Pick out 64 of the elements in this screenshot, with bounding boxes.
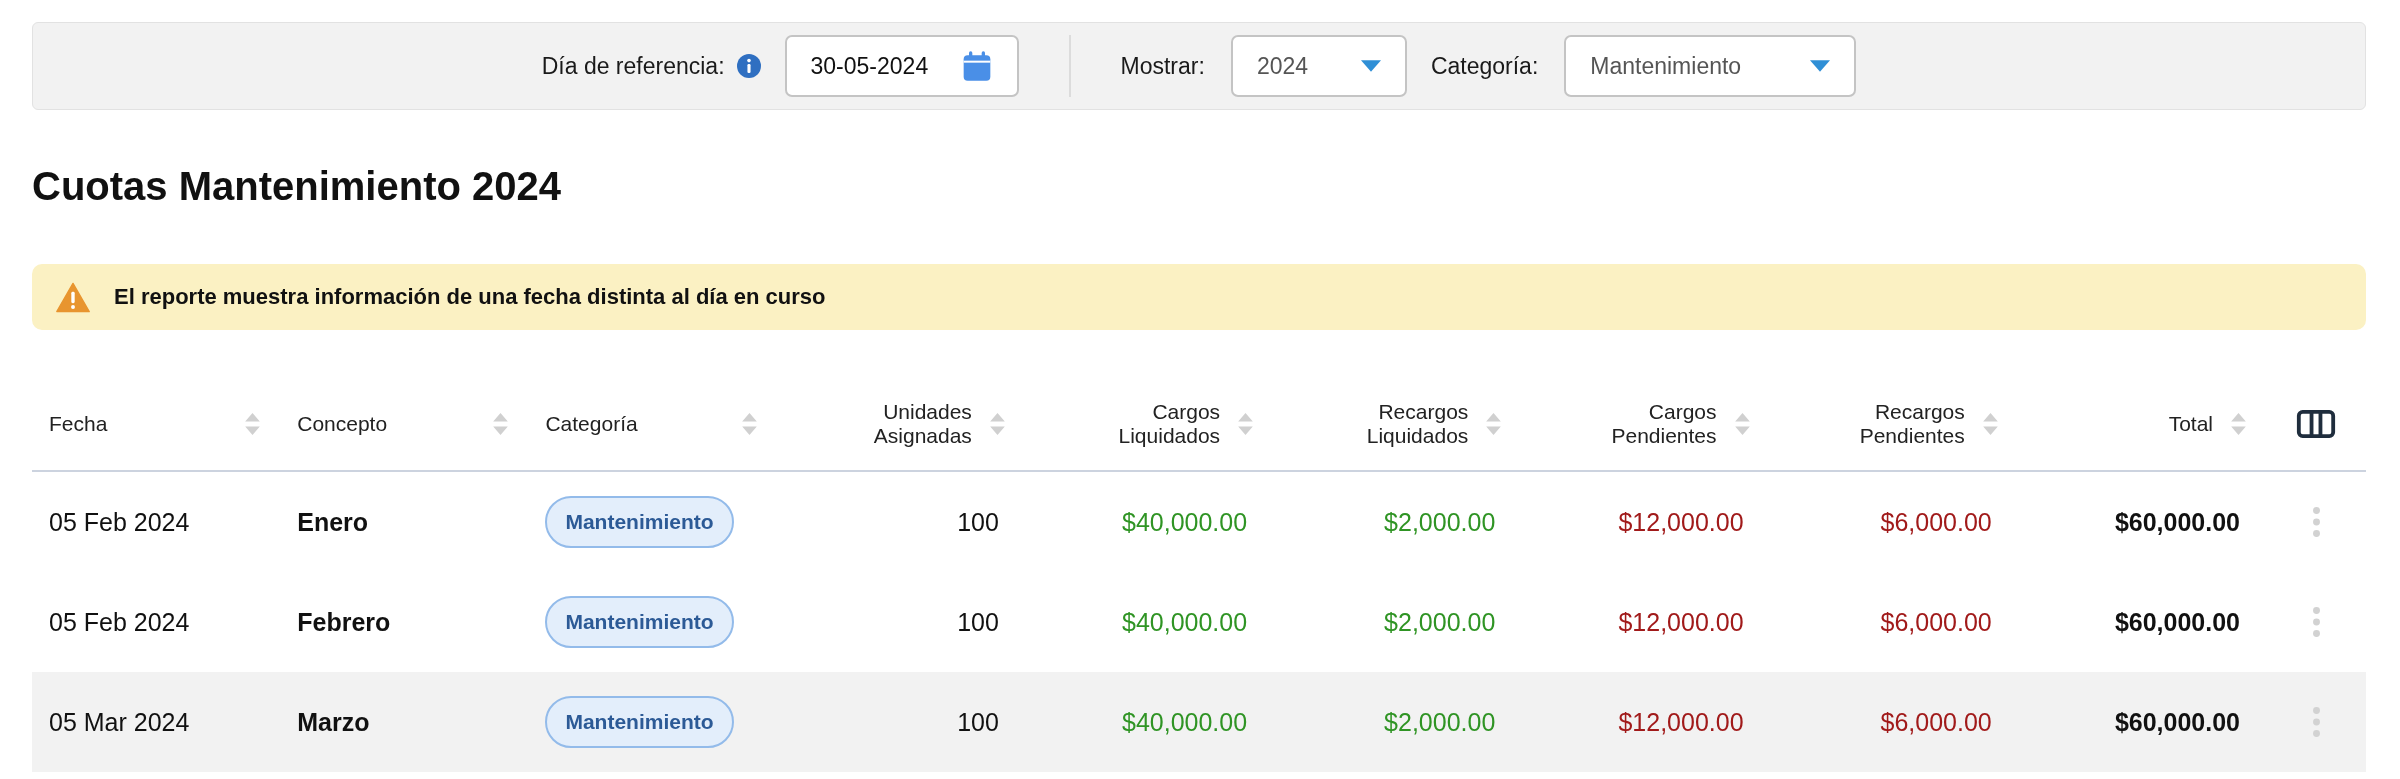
sort-icon[interactable]: [1486, 413, 1502, 435]
sort-icon[interactable]: [1982, 413, 1998, 435]
table-cell: Febrero: [297, 607, 391, 637]
table-row[interactable]: 05 Mar 2024 Marzo Mantenimiento 100 $40,000.00 $2,000.00 $12,000.00 $6,000.00 $60,000.00: [32, 672, 2366, 772]
sort-icon[interactable]: [493, 413, 509, 435]
more-options-icon[interactable]: [2312, 707, 2320, 737]
table-cell: Enero: [297, 507, 369, 537]
year-select[interactable]: 2024: [1230, 35, 1407, 97]
column-header[interactable]: Categoría: [545, 412, 638, 436]
category-label: Categoría:: [1430, 52, 1539, 80]
table-cell: 05 Mar 2024: [49, 707, 190, 737]
sort-icon[interactable]: [1238, 413, 1254, 435]
table-cell: 100: [957, 707, 999, 737]
column-header[interactable]: Unidades Asignadas: [831, 400, 972, 448]
sort-icon[interactable]: [1734, 413, 1750, 435]
table-row[interactable]: 05 Feb 2024 Enero Mantenimiento 100 $40,000.00 $2,000.00 $12,000.00 $6,000.00 $60,000.00: [32, 472, 2366, 572]
table-cell: $2,000.00: [1384, 607, 1496, 637]
table-cell: $40,000.00: [1122, 607, 1248, 637]
table-cell: $40,000.00: [1122, 507, 1248, 537]
category-tag: Mantenimiento: [545, 696, 734, 748]
table-cell: Marzo: [297, 707, 370, 737]
sort-icon[interactable]: [989, 413, 1005, 435]
reference-day-label: Día de referencia:: [541, 52, 725, 80]
table-cell: 100: [957, 507, 999, 537]
table-row[interactable]: 05 Feb 2024 Febrero Mantenimiento 100 $40,000.00 $2,000.00 $12,000.00 $6,000.00 $60,000.00: [32, 572, 2366, 672]
table-cell: 05 Feb 2024: [49, 607, 190, 637]
column-header[interactable]: Concepto: [297, 412, 388, 436]
table-cell: $60,000.00: [2114, 707, 2240, 737]
page-title: Cuotas Mantenimiento 2024: [32, 166, 562, 206]
table-cell: $2,000.00: [1384, 707, 1496, 737]
table-cell: $6,000.00: [1880, 507, 1992, 537]
table-cell: $2,000.00: [1384, 507, 1496, 537]
table-cell: 05 Feb 2024: [49, 507, 190, 537]
caret-icon: [1810, 60, 1831, 72]
column-header[interactable]: Recargos Pendientes: [1824, 400, 1965, 448]
column-header[interactable]: Total: [2168, 412, 2213, 436]
info-icon[interactable]: [736, 54, 761, 78]
table-cell: $6,000.00: [1880, 607, 1992, 637]
category-tag: Mantenimiento: [545, 496, 734, 548]
caret-icon: [1360, 60, 1381, 72]
column-header[interactable]: Fecha: [49, 412, 108, 436]
show-label: Mostrar:: [1120, 52, 1205, 80]
table-cell: $12,000.00: [1618, 607, 1744, 637]
table-cell: $60,000.00: [2114, 607, 2240, 637]
column-header[interactable]: Cargos Liquidados: [1080, 400, 1221, 448]
table-cell: $40,000.00: [1122, 707, 1248, 737]
table-cell: 100: [957, 607, 999, 637]
more-options-icon[interactable]: [2312, 507, 2320, 537]
alert-message: El reporte muestra información de una fecha distinta al día en curso: [114, 284, 826, 310]
category-tag: Mantenimiento: [545, 596, 734, 648]
column-header[interactable]: Cargos Pendientes: [1576, 400, 1717, 448]
table-cell: $12,000.00: [1618, 507, 1744, 537]
table-cell: $12,000.00: [1618, 707, 1744, 737]
date-field[interactable]: 30-05-2024: [784, 35, 1019, 97]
sort-icon[interactable]: [245, 413, 261, 435]
sort-icon[interactable]: [741, 413, 757, 435]
warning-icon: [56, 281, 90, 313]
category-select[interactable]: Mantenimiento: [1564, 35, 1857, 97]
more-options-icon[interactable]: [2312, 607, 2320, 637]
columns-icon[interactable]: [2296, 410, 2336, 438]
table-cell: $60,000.00: [2114, 507, 2240, 537]
table-cell: $6,000.00: [1880, 707, 1992, 737]
column-header[interactable]: Recargos Liquidados: [1328, 400, 1469, 448]
sort-icon[interactable]: [2231, 413, 2246, 435]
